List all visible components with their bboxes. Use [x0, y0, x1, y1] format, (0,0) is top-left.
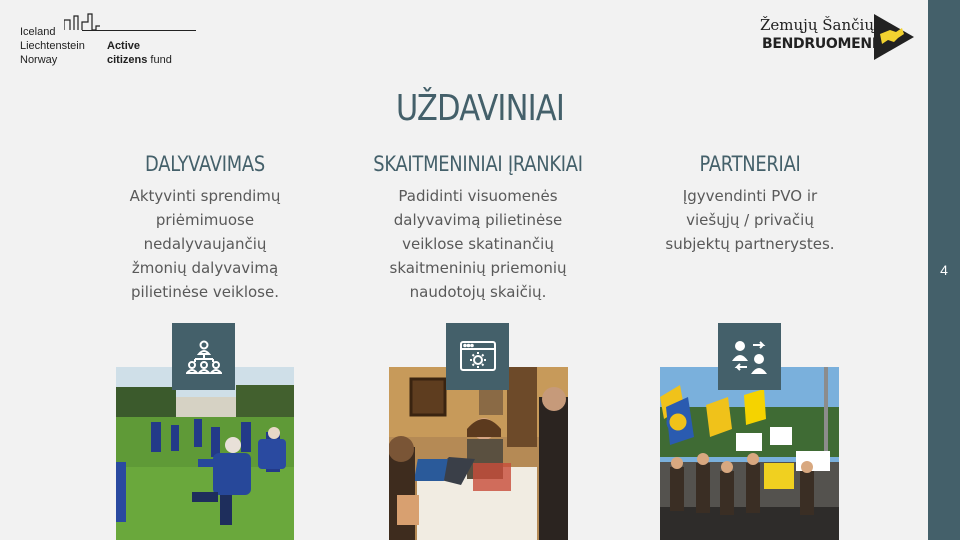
- street-protest-photo: [660, 367, 839, 540]
- funder-country-liechtenstein: Liechtenstein: [20, 40, 85, 52]
- active-citizens-fund-logo: Iceland Liechtenstein Norway Active citi…: [20, 12, 196, 70]
- description-line: subjektų partnerystes.: [665, 235, 835, 253]
- column-skaitmeniniai-irankiai: SKAITMENINIAI ĮRANKIAI Padidinti visuome…: [348, 152, 608, 304]
- funder-name-citizens-fund: citizens fund: [107, 54, 172, 66]
- description-line: priėmimuose: [155, 211, 255, 229]
- column-partneriai: PARTNERIAI Įgyvendinti PVO ir viešųjų / …: [620, 152, 880, 256]
- laptop-meeting-photo: [389, 367, 568, 540]
- column-description: Įgyvendinti PVO ir viešųjų / privačių su…: [620, 184, 880, 256]
- column-heading: DALYVAVIMAS: [145, 152, 265, 176]
- description-line: dalyvavimą pilietinėse: [393, 211, 563, 229]
- description-line: viešųjų / privačių: [686, 211, 814, 229]
- zemuju-sanciu-logo: Žemųjų Šančių BENDRUOMENĖ: [760, 14, 920, 62]
- browser-settings-icon: [446, 323, 509, 390]
- people-network-icon: [172, 323, 235, 390]
- funder-country-iceland: Iceland: [20, 26, 56, 38]
- funder-country-norway: Norway: [20, 54, 58, 66]
- partner-logo-line2: BENDRUOMENĖ: [762, 36, 882, 52]
- description-line: Padidinti visuomenės: [398, 187, 558, 205]
- partner-logo-line1: Žemųjų Šančių: [760, 16, 875, 34]
- description-line: nedalyvaujančių: [143, 235, 267, 253]
- funder-divider: [82, 30, 196, 31]
- slide-title: UŽDAVINIAI: [395, 88, 565, 129]
- partner-logo-lion-icon: [874, 14, 914, 60]
- description-line: Aktyvinti sprendimų: [129, 187, 281, 205]
- description-line: žmonių dalyvavimą: [131, 259, 279, 277]
- funder-name-active: Active: [107, 40, 141, 52]
- column-description: Padidinti visuomenės dalyvavimą pilietin…: [348, 184, 608, 304]
- column-heading: PARTNERIAI: [699, 152, 801, 176]
- outdoor-exercise-group-photo: [116, 367, 294, 540]
- description-line: Įgyvendinti PVO ir: [682, 187, 818, 205]
- description-line: pilietinėse veiklose.: [131, 283, 279, 301]
- page-number: 4: [940, 262, 948, 278]
- description-line: naudotojų skaičių.: [409, 283, 547, 301]
- column-description: Aktyvinti sprendimų priėmimuose nedalyva…: [75, 184, 335, 304]
- column-dalyvavimas: DALYVAVIMAS Aktyvinti sprendimų priėmimu…: [75, 152, 335, 304]
- description-line: veiklose skatinančių: [402, 235, 554, 253]
- column-heading: SKAITMENINIAI ĮRANKIAI: [373, 152, 583, 176]
- people-exchange-icon: [718, 323, 781, 390]
- funder-skyline-icon: [64, 13, 100, 31]
- description-line: skaitmeninių priemonių: [389, 259, 567, 277]
